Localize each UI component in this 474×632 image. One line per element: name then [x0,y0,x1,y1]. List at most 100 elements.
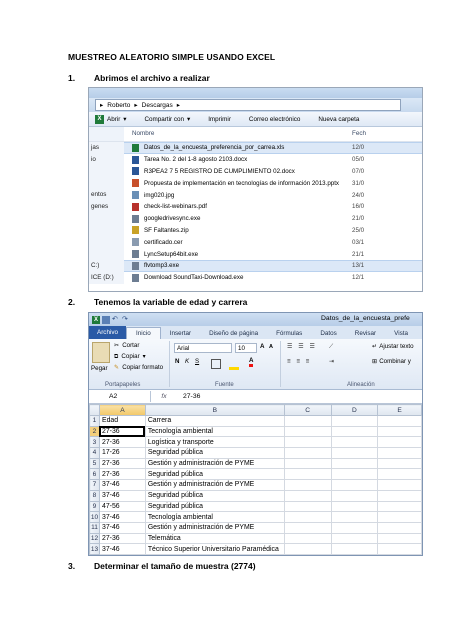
tab-formulas[interactable]: Fórmulas [267,328,311,339]
nav-item[interactable] [89,166,124,178]
cell-empty[interactable] [330,532,379,545]
cell-empty[interactable] [330,415,379,427]
tab-insertar[interactable]: Insertar [161,328,200,339]
row-header[interactable]: 3 [89,436,100,449]
cell-empty[interactable] [330,521,379,534]
open-button[interactable]: X Abrir ▾ [95,114,126,124]
fill-color-icon[interactable] [229,358,239,370]
cell-empty[interactable] [330,457,379,470]
nav-item[interactable] [89,225,124,237]
file-row[interactable]: img020.jpg 24/0 [124,189,422,201]
tab-archivo[interactable]: Archivo [89,326,126,339]
cell-empty[interactable] [283,436,332,449]
cell-empty[interactable] [330,425,379,438]
column-header-a[interactable]: A [98,404,146,416]
select-all-corner[interactable] [89,404,100,416]
cell-edad[interactable]: 27-36 [98,425,146,438]
paste-button[interactable]: Pegar [91,365,108,372]
column-name[interactable]: Nombre [124,127,352,141]
cell-carrera[interactable]: Seguridad pública [144,489,285,502]
column-header-d[interactable]: D [330,404,379,416]
cell-edad[interactable]: 47-56 [98,553,146,555]
row-header[interactable]: 8 [89,489,100,502]
cell-edad[interactable]: 27-36 [98,532,146,545]
cell-edad[interactable]: 27-36 [98,468,146,481]
cell-empty[interactable] [330,436,379,449]
italic-button[interactable]: K [185,358,189,365]
name-box[interactable]: A2 [89,391,151,402]
cell-empty[interactable] [377,532,422,545]
cell-edad[interactable]: 47-56 [98,500,146,513]
cell-empty[interactable] [330,543,379,555]
borders-icon[interactable] [211,359,221,369]
cell-empty[interactable] [283,553,332,555]
cell-empty[interactable] [283,532,332,545]
row-header[interactable]: 7 [89,479,100,491]
cell-empty[interactable] [330,511,379,523]
cell-carrera[interactable]: Gestión y administración de PYME [144,479,285,491]
breadcrumb-user[interactable]: Roberto [107,102,130,109]
cell-empty[interactable] [377,543,422,555]
indent-icon[interactable]: ⇥ [329,358,334,365]
file-row[interactable]: Download SoundTaxi-Download.exe 12/1 [124,272,422,284]
explorer-address-bar[interactable]: ▸ Roberto ▸ Descargas ▸ [89,98,422,112]
column-date[interactable]: Fech [352,127,366,141]
cell-empty[interactable] [377,521,422,534]
row-header[interactable]: 1 [89,415,100,427]
nav-item[interactable] [89,236,124,248]
cell-empty[interactable] [377,436,422,449]
cell-empty[interactable] [330,500,379,513]
tab-datos[interactable]: Datos [311,328,345,339]
nav-item[interactable]: ICE (D:) [89,272,124,284]
nav-item[interactable]: entos [89,189,124,201]
cell-edad[interactable]: 37-46 [98,489,146,502]
file-row[interactable]: Datos_de_la_encuesta_preferencia_por_car… [124,142,422,154]
print-button[interactable]: Imprimir [208,116,231,123]
redo-icon[interactable]: ↷ [122,316,130,324]
cell-empty[interactable] [283,457,332,470]
formula-input[interactable]: 27-36 [177,393,200,400]
cell-empty[interactable] [283,425,332,438]
file-row[interactable]: certificado.cer 03/1 [124,236,422,248]
format-painter-button[interactable]: ✎ Copiar formato [114,364,163,371]
row-header[interactable]: 5 [89,457,100,470]
cell-edad[interactable]: 37-46 [98,479,146,491]
row-header[interactable]: 6 [89,468,100,481]
column-header-c[interactable]: C [283,404,332,416]
nav-item[interactable] [89,213,124,225]
file-row[interactable]: googledrivesync.exe 21/0 [124,213,422,225]
font-name-select[interactable]: Arial [174,343,232,353]
cut-button[interactable]: ✂ Cortar [114,342,139,349]
row-header[interactable]: 4 [89,447,100,459]
row-header[interactable]: 12 [89,532,100,545]
file-row[interactable]: check-list-webinars.pdf 16/0 [124,201,422,213]
breadcrumb-downloads[interactable]: Descargas [142,102,173,109]
file-row[interactable]: Tarea No. 2 del 1-8 agosto 2103.docx 05/0 [124,154,422,166]
row-header[interactable]: 11 [89,521,100,534]
cell-carrera[interactable]: Gestión y administración de PYME [144,521,285,534]
cell-edad[interactable]: 37-46 [98,521,146,534]
cell-empty[interactable] [283,500,332,513]
undo-icon[interactable]: ↶ [112,316,120,324]
cell-empty[interactable] [283,479,332,491]
cell-empty[interactable] [283,447,332,459]
bold-button[interactable]: N [175,358,179,365]
nav-item[interactable]: genes [89,201,124,213]
fx-icon[interactable]: fx [151,393,177,400]
cell-carrera[interactable]: Tecnología ambiental [144,425,285,438]
cell-empty[interactable] [330,468,379,481]
file-row[interactable]: R3PEA2 7 5 REGISTRO DE CUMPLIMIENTO 02.d… [124,166,422,178]
cell-empty[interactable] [377,457,422,470]
nav-item[interactable]: C:) [89,260,124,272]
row-header[interactable]: 10 [89,511,100,523]
save-icon[interactable] [102,315,110,324]
cell-carrera[interactable]: Seguridad pública [144,468,285,481]
font-color-icon[interactable]: A [249,357,254,367]
email-button[interactable]: Correo electrónico [249,116,300,123]
cell-empty[interactable] [330,553,379,555]
cell-empty[interactable] [283,468,332,481]
nav-item[interactable]: jas [89,142,124,154]
cell-empty[interactable] [283,521,332,534]
column-header-e[interactable]: E [377,404,422,416]
row-header[interactable]: 9 [89,500,100,513]
